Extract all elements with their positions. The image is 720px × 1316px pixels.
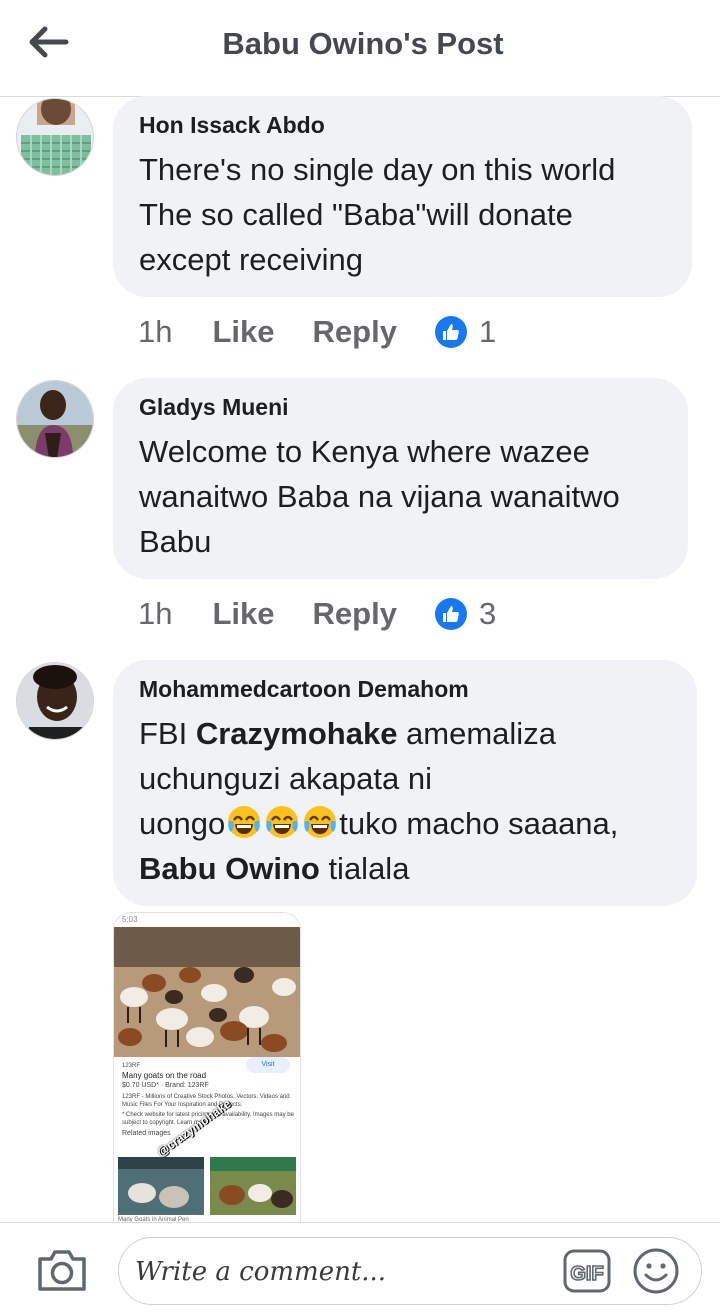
comment-bubble: Mohammedcartoon Demahom FBI Crazymohake … (113, 660, 697, 906)
result-title: Many goats on the road (122, 1071, 207, 1080)
text-segment: amemaliza (397, 716, 556, 751)
comment-author[interactable]: Gladys Mueni (139, 394, 662, 421)
avatar[interactable] (16, 380, 94, 458)
result-price: $0.70 USD* · Brand: 123RF (122, 1082, 209, 1089)
comment-line: The so called "Baba"will donate (139, 197, 573, 232)
comment-time[interactable]: 1h (138, 314, 172, 350)
comment-text: Welcome to Kenya where wazee wanaitwo Ba… (139, 429, 662, 564)
avatar[interactable] (16, 662, 94, 740)
comment-line: FBI Crazymohake amemaliza (139, 711, 671, 756)
comment-line: There's no single day on this world (139, 152, 616, 187)
comment-bubble: Hon Issack Abdo There's no single day on… (113, 96, 692, 297)
comment-line: uongo tuko macho saaana, (139, 801, 671, 846)
top-bar: Babu Owino's Post (0, 0, 720, 97)
joy-emoji-icon (228, 806, 261, 838)
like-button[interactable]: Like (212, 314, 274, 350)
comment-line: Welcome to Kenya where wazee (139, 434, 590, 469)
camera-icon[interactable] (36, 1247, 88, 1293)
text-segment: uongo (139, 806, 226, 841)
joy-emoji-icon (266, 806, 299, 838)
gif-icon[interactable]: GIF (563, 1249, 611, 1293)
reply-button[interactable]: Reply (313, 314, 397, 350)
comment-time[interactable]: 1h (138, 596, 172, 632)
comment-line: Babu Owino tialala (139, 846, 671, 891)
comment-author[interactable]: Hon Issack Abdo (139, 112, 666, 139)
text-segment: FBI (139, 716, 196, 751)
emoji-smile-icon[interactable] (631, 1246, 681, 1296)
comment-composer-bar: GIF (0, 1222, 720, 1316)
comment-actions: 1h Like Reply 3 (138, 594, 496, 634)
tagged-name[interactable]: Crazymohake (196, 716, 398, 751)
comment-text: FBI Crazymohake amemaliza uchunguzi akap… (139, 711, 671, 891)
comment-line: uchunguzi akapata ni (139, 761, 433, 796)
comment-actions: 1h Like Reply 1 (138, 312, 496, 352)
source-label: 123RF (122, 1063, 141, 1069)
goats-photo (114, 927, 300, 1057)
result-desc: 123RF - Millions of Creative Stock Photo… (122, 1094, 290, 1108)
joy-emoji-icon (304, 806, 337, 838)
avatar[interactable] (16, 98, 94, 176)
page-title: Babu Owino's Post (222, 26, 504, 61)
comment-input-wrapper: GIF (118, 1237, 702, 1305)
comment-input[interactable] (133, 1248, 557, 1296)
related-heading: Related images (122, 1130, 171, 1137)
status-bar-text: 5:03 (114, 913, 300, 927)
related-image (118, 1157, 204, 1215)
text-segment: tuko macho saaana, (339, 806, 619, 841)
comment-line: except receiving (139, 242, 364, 277)
reaction-count[interactable]: 1 (479, 314, 496, 350)
image-info: 123RF Many goats on the road $0.70 USD* … (122, 1061, 294, 1139)
comment-text: There's no single day on this world The … (139, 147, 666, 282)
text-segment: tialala (319, 851, 410, 886)
like-button[interactable]: Like (212, 596, 274, 632)
comment-line: wanaitwo Baba na vijana wanaitwo (139, 479, 620, 514)
related-image (210, 1157, 296, 1215)
reply-button[interactable]: Reply (313, 596, 397, 632)
comment-author[interactable]: Mohammedcartoon Demahom (139, 676, 671, 703)
comment-image-attachment[interactable]: 5:03 Visit 123RF Many goats on the road … (113, 912, 301, 1224)
reaction-count[interactable]: 3 (479, 596, 496, 632)
gif-label: GIF (570, 1263, 603, 1285)
thumbs-up-icon[interactable] (434, 316, 467, 348)
thumbs-up-icon[interactable] (434, 598, 467, 630)
comment-bubble: Gladys Mueni Welcome to Kenya where waze… (113, 378, 688, 579)
tagged-name[interactable]: Babu Owino (139, 851, 320, 886)
comment-line: Babu (139, 524, 212, 559)
